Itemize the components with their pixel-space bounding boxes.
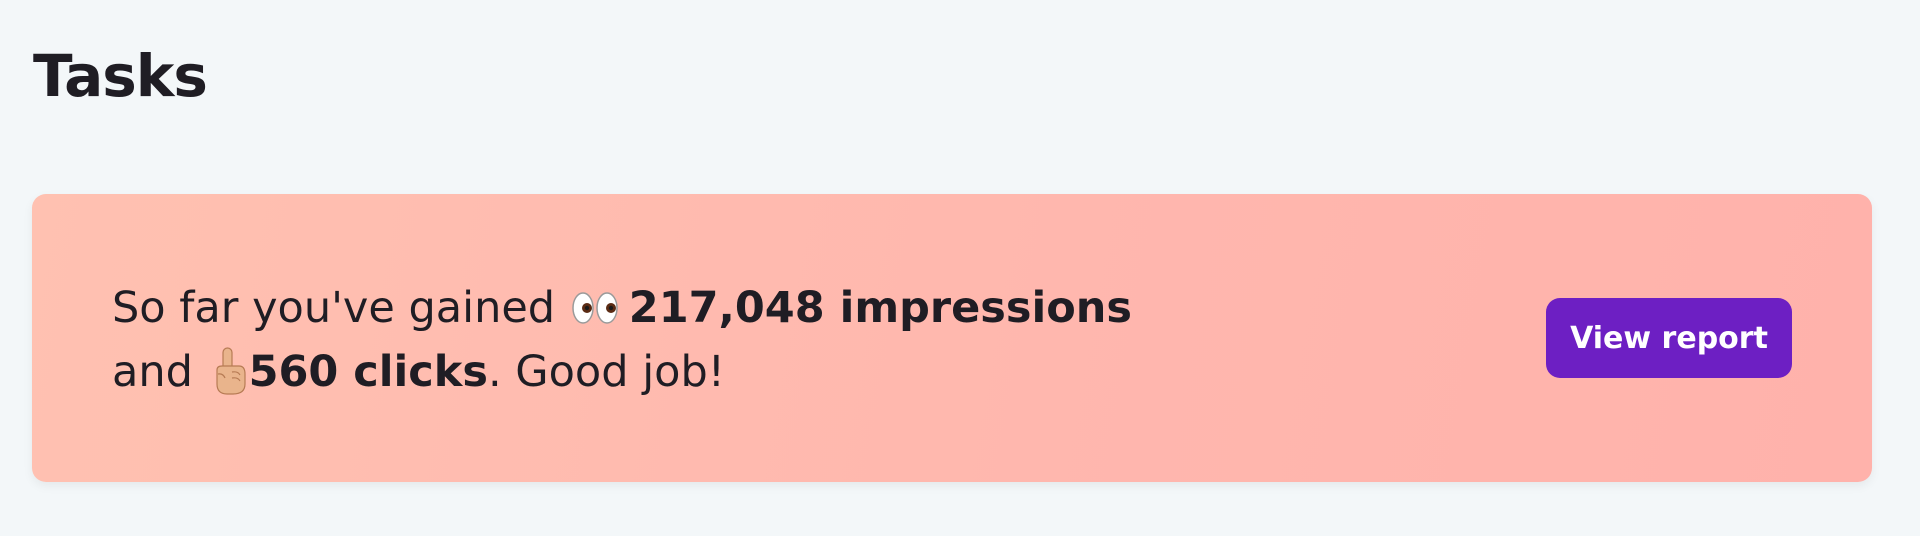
impressions-count: 217,048 impressions xyxy=(628,283,1132,333)
stats-message-and: and xyxy=(112,347,207,397)
eyes-icon xyxy=(572,292,618,324)
stats-message: So far you've gained 217,048 impressions… xyxy=(112,276,1212,404)
pointing-up-icon xyxy=(215,347,246,395)
page-title: Tasks xyxy=(33,42,208,110)
stats-banner: So far you've gained 217,048 impressions… xyxy=(32,194,1872,482)
view-report-button[interactable]: View report xyxy=(1546,298,1792,378)
clicks-count: 560 clicks xyxy=(248,347,488,397)
stats-message-outro: . Good job! xyxy=(487,347,725,397)
stats-message-intro: So far you've gained xyxy=(112,283,569,333)
